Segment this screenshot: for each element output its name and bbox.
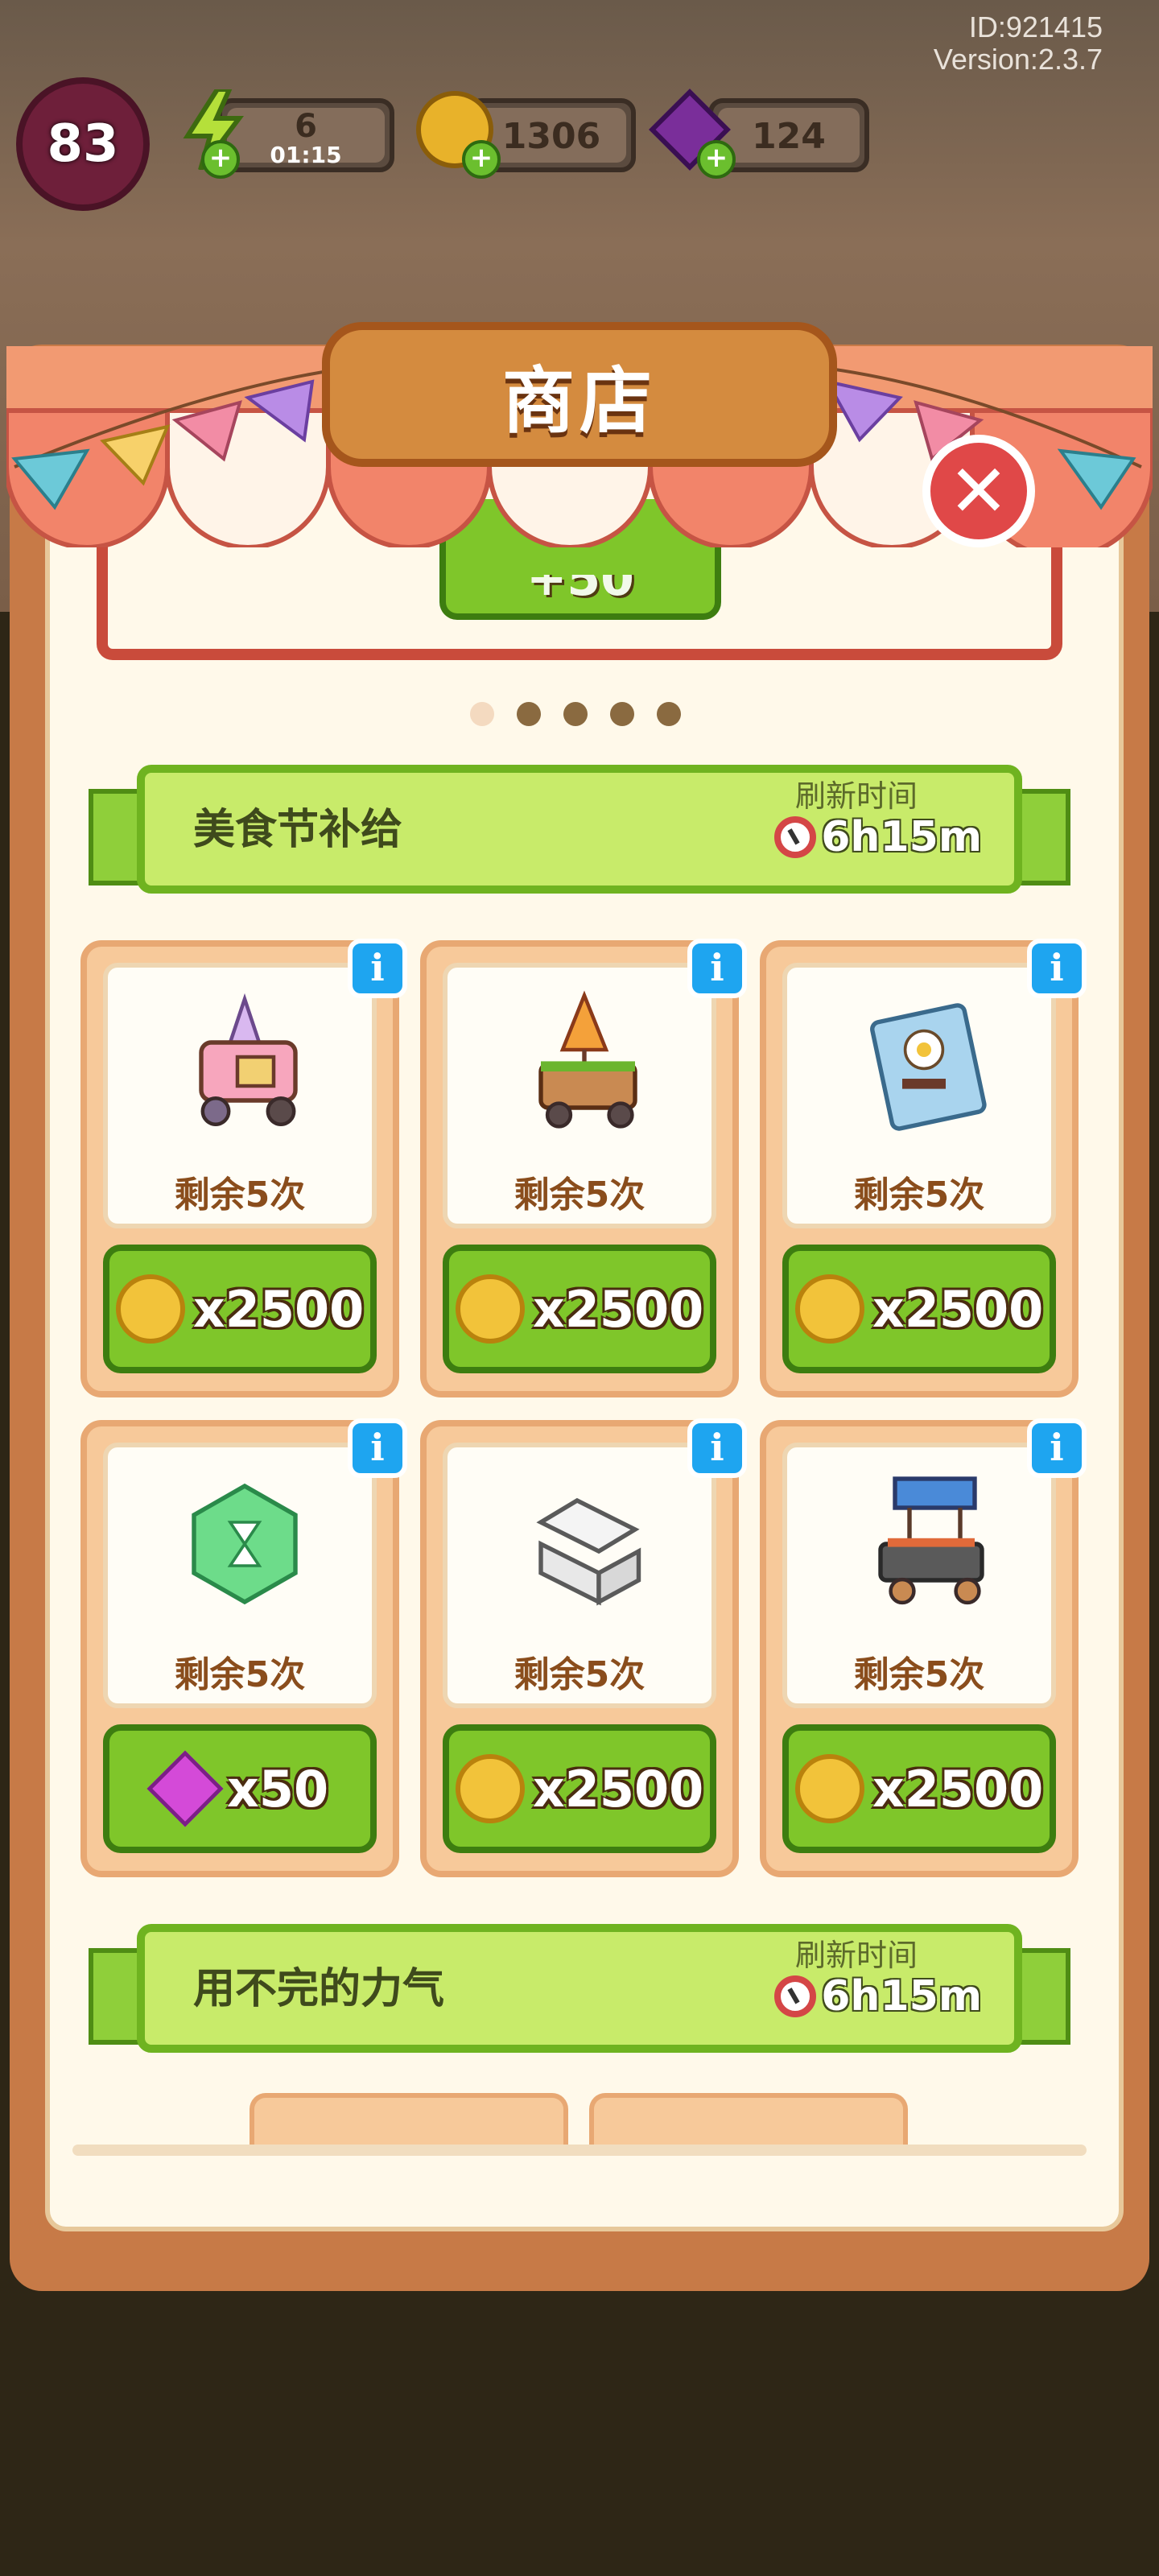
level-badge[interactable]: 83: [16, 77, 150, 211]
remaining-count: 剩余5次: [514, 1654, 645, 1695]
shop-item-card-partial[interactable]: [589, 2093, 908, 2149]
scroll-edge: [72, 2145, 1087, 2156]
carousel-indicator: [470, 702, 681, 726]
coin-icon: [455, 1274, 525, 1344]
takeout-box-icon: [512, 1463, 657, 1624]
info-button[interactable]: i: [1027, 1418, 1087, 1478]
refresh-timer: 6h15m: [774, 1972, 982, 2021]
price-label: x2500: [532, 1759, 704, 1818]
buy-button[interactable]: x50: [103, 1724, 377, 1853]
price-label: x50: [226, 1759, 329, 1818]
buy-button[interactable]: x2500: [782, 1245, 1056, 1373]
info-button[interactable]: i: [1027, 939, 1087, 998]
price-label: x2500: [872, 1759, 1044, 1818]
add-energy-button[interactable]: +: [201, 140, 240, 179]
info-button[interactable]: i: [348, 939, 407, 998]
section-title: 用不完的力气: [193, 1965, 445, 2013]
shop-title: 商店: [502, 359, 657, 444]
remaining-count: 剩余5次: [174, 1654, 306, 1695]
section-title: 美食节补给: [193, 806, 403, 854]
close-icon: ✕: [948, 448, 1009, 534]
info-button[interactable]: i: [348, 1418, 407, 1478]
carousel-dot[interactable]: [517, 702, 541, 726]
shop-title-plaque: 商店: [322, 322, 837, 467]
price-label: x2500: [872, 1279, 1044, 1339]
refresh-label: 刷新时间: [794, 778, 918, 814]
buy-button[interactable]: x2500: [443, 1245, 716, 1373]
coin-icon: [115, 1274, 185, 1344]
carousel-dot[interactable]: [657, 702, 681, 726]
buy-button[interactable]: x2500: [443, 1724, 716, 1853]
section-header-energy: 用不完的力气 刷新时间 6h15m: [89, 1924, 1070, 2053]
drink-cart-icon: [512, 984, 657, 1145]
remaining-count: 剩余5次: [853, 1174, 985, 1216]
refresh-label: 刷新时间: [794, 1938, 918, 1973]
hourglass-gem-icon: [172, 1463, 317, 1624]
carousel-dot[interactable]: [470, 702, 494, 726]
player-id: ID:921415: [968, 10, 1103, 43]
coin-icon: [794, 1754, 864, 1823]
remaining-count: 剩余5次: [853, 1654, 985, 1695]
bottom-backdrop: [0, 2278, 1159, 2576]
bbq-cart-icon: [852, 1463, 996, 1624]
clock-icon: [774, 816, 817, 858]
info-button[interactable]: i: [687, 1418, 747, 1478]
section-header-food-festival: 美食节补给 刷新时间 6h15m: [89, 765, 1070, 894]
buy-button[interactable]: x2500: [782, 1724, 1056, 1853]
level-value: 83: [47, 114, 119, 174]
shop-item-card-partial[interactable]: [250, 2093, 568, 2149]
shop-item-card[interactable]: 剩余5次 i x2500: [420, 1418, 747, 1877]
coin-icon: [455, 1754, 525, 1823]
version-text: Version:2.3.7: [933, 43, 1103, 76]
ice-cream-cart-icon: [172, 984, 317, 1145]
clock-icon: [774, 1975, 817, 2017]
price-label: x2500: [532, 1279, 704, 1339]
recipe-card-icon: [852, 984, 996, 1145]
remaining-count: 剩余5次: [514, 1174, 645, 1216]
price-label: x2500: [192, 1279, 365, 1339]
shop-item-card[interactable]: 剩余5次 i x2500: [760, 939, 1087, 1397]
info-button[interactable]: i: [687, 939, 747, 998]
add-coins-button[interactable]: +: [462, 140, 501, 179]
refresh-timer: 6h15m: [774, 813, 982, 861]
add-gems-button[interactable]: +: [697, 140, 736, 179]
shop-item-card[interactable]: 剩余5次 i x2500: [420, 939, 747, 1397]
remaining-count: 剩余5次: [174, 1174, 306, 1216]
close-button[interactable]: ✕: [922, 435, 1035, 547]
shop-item-card[interactable]: 剩余5次 i x2500: [80, 939, 407, 1397]
shop-item-card[interactable]: 剩余5次 i x50: [80, 1418, 407, 1877]
carousel-dot[interactable]: [610, 702, 634, 726]
build-info: ID:921415 Version:2.3.7: [934, 11, 1103, 76]
gem-icon: [146, 1750, 224, 1827]
buy-button[interactable]: x2500: [103, 1245, 377, 1373]
shop-item-card[interactable]: 剩余5次 i x2500: [760, 1418, 1087, 1877]
carousel-dot[interactable]: [563, 702, 588, 726]
coin-icon: [794, 1274, 864, 1344]
gem-value: 124: [752, 116, 826, 157]
